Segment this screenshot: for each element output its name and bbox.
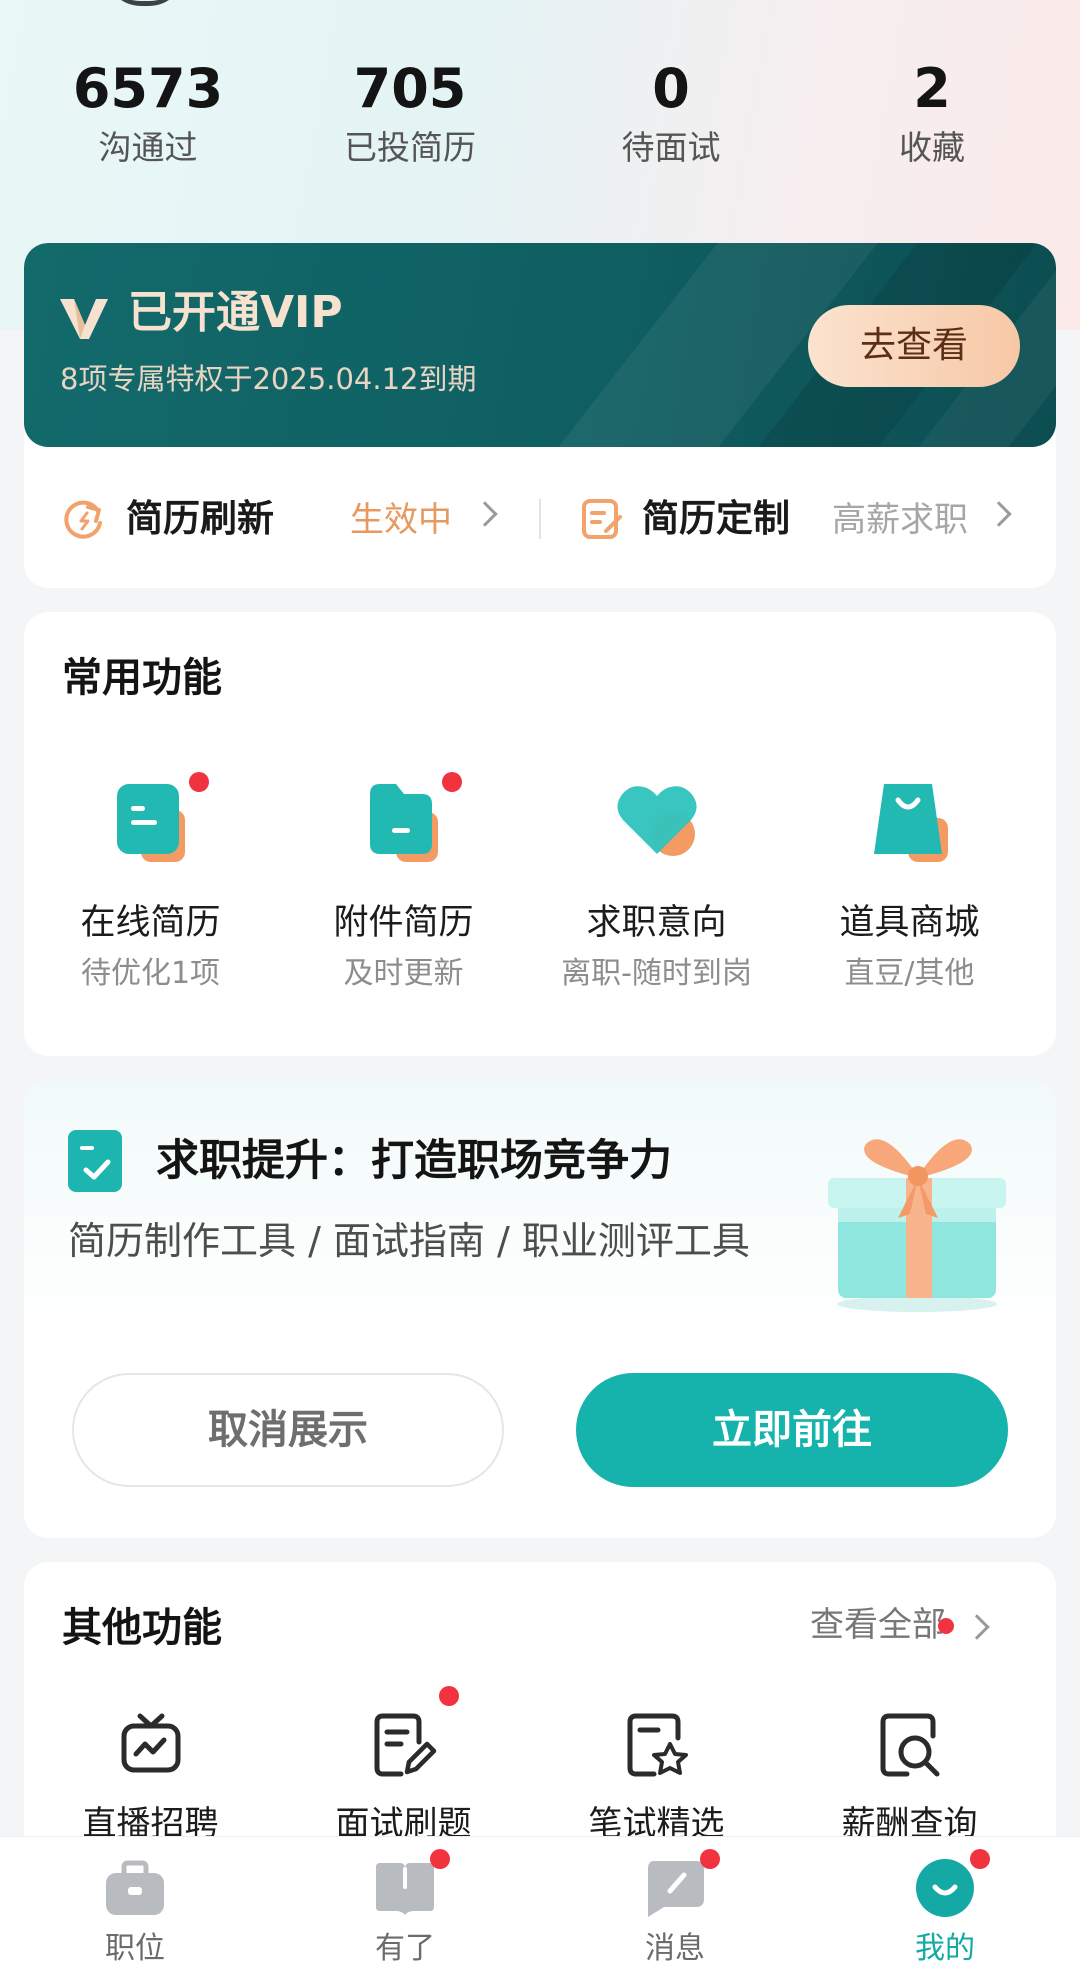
edit-doc-icon xyxy=(582,499,622,539)
vip-view-button[interactable]: 去查看 xyxy=(808,305,1020,387)
refresh-icon xyxy=(64,500,102,539)
stat-favorites[interactable]: 2 收藏 xyxy=(832,56,1032,170)
promo-card: 求职提升：打造职场竞争力 简历制作工具 / 面试指南 / 职业测评工具 取消展示… xyxy=(24,1080,1056,1538)
stat-contacted[interactable]: 6573 沟通过 xyxy=(48,56,248,170)
func-desc: 离职-随时到岗 xyxy=(561,956,752,991)
stat-label: 沟通过 xyxy=(98,128,198,167)
book-icon xyxy=(376,1863,434,1915)
stat-interview[interactable]: 0 待面试 xyxy=(571,56,771,170)
cancel-display-button[interactable]: 取消展示 xyxy=(72,1373,504,1487)
bottom-nav: 职位 有了 消息 我的 xyxy=(0,1836,1080,1986)
vip-card: 已开通VIP 8项专属特权于2025.04.12到期 去查看 简历刷新 生效中 … xyxy=(24,243,1056,588)
checklist-icon xyxy=(68,1130,122,1192)
notification-dot xyxy=(438,1686,459,1706)
resume-custom-value[interactable]: 高薪求职 xyxy=(832,497,968,543)
resume-refresh-label[interactable]: 简历刷新 xyxy=(126,495,274,543)
shopping-bag-icon xyxy=(873,784,948,862)
chevron-right-icon xyxy=(986,501,1012,527)
notification-dot xyxy=(970,1849,990,1869)
tv-live-icon xyxy=(121,1713,180,1773)
nav-youle[interactable]: 有了 xyxy=(305,1849,505,1969)
func-name: 附件简历 xyxy=(333,903,474,943)
func-desc: 待优化1项 xyxy=(80,956,221,991)
func-salary-query[interactable]: 薪酬查询 xyxy=(783,1712,1036,1846)
nav-label: 我的 xyxy=(915,1931,975,1966)
func-online-resume[interactable]: 在线简历 待优化1项 xyxy=(24,772,277,994)
stat-value: 0 xyxy=(652,57,690,120)
resume-refresh-status[interactable]: 生效中 xyxy=(350,497,452,543)
stat-label: 已投简历 xyxy=(344,128,476,167)
online-resume-icon xyxy=(116,784,185,862)
section-title: 其他功能 xyxy=(62,1605,222,1651)
stat-value: 6573 xyxy=(72,57,224,120)
notification-dot xyxy=(700,1849,720,1869)
func-name: 求职意向 xyxy=(586,903,727,943)
gift-box-icon xyxy=(828,1139,1006,1312)
see-all-link[interactable]: 查看全部 xyxy=(810,1602,946,1648)
vip-title: 已开通VIP xyxy=(128,287,343,338)
promo-subtitle: 简历制作工具 / 面试指南 / 职业测评工具 xyxy=(68,1219,750,1263)
vip-privileges-row: 简历刷新 生效中 简历定制 高薪求职 xyxy=(24,447,1056,588)
func-name: 在线简历 xyxy=(80,903,221,943)
nav-messages[interactable]: 消息 xyxy=(575,1849,775,1969)
chevron-right-icon xyxy=(964,1614,990,1640)
heart-icon xyxy=(616,786,697,856)
func-written-test[interactable]: 笔试精选 xyxy=(530,1712,783,1846)
vip-logo-icon xyxy=(60,299,108,339)
func-name: 道具商城 xyxy=(839,903,980,943)
star-doc-icon xyxy=(627,1713,688,1777)
func-attachment-resume[interactable]: 附件简历 及时更新 xyxy=(277,772,530,994)
stat-label: 收藏 xyxy=(899,128,965,167)
search-doc-icon xyxy=(880,1713,939,1777)
func-desc: 及时更新 xyxy=(343,956,464,991)
stat-value: 705 xyxy=(353,57,467,120)
func-live-recruit[interactable]: 直播招聘 xyxy=(24,1712,277,1846)
notification-dot xyxy=(188,772,209,792)
nav-profile[interactable]: 我的 xyxy=(845,1849,1045,1969)
nav-label: 职位 xyxy=(105,1931,165,1966)
func-desc: 直豆/其他 xyxy=(844,956,975,991)
profile-smile-icon xyxy=(916,1859,974,1917)
notification-dot xyxy=(430,1849,450,1869)
chat-icon xyxy=(648,1861,704,1917)
stat-value: 2 xyxy=(913,57,951,120)
func-item-mall[interactable]: 道具商城 直豆/其他 xyxy=(783,774,1036,994)
resume-custom-label[interactable]: 简历定制 xyxy=(642,495,790,543)
func-job-intention[interactable]: 求职意向 离职-随时到岗 xyxy=(530,774,783,994)
func-interview-practice[interactable]: 面试刷题 xyxy=(277,1686,530,1846)
promo-title: 求职提升：打造职场竞争力 xyxy=(156,1136,672,1186)
stat-applied[interactable]: 705 已投简历 xyxy=(310,56,510,170)
folder-resume-icon xyxy=(369,784,438,862)
doc-pen-icon xyxy=(374,1713,436,1777)
section-title: 常用功能 xyxy=(62,655,222,701)
briefcase-icon xyxy=(106,1860,164,1915)
nav-label: 消息 xyxy=(645,1931,705,1966)
chevron-right-icon xyxy=(472,501,498,527)
vip-subtitle: 8项专属特权于2025.04.12到期 xyxy=(60,362,477,396)
notification-dot xyxy=(938,1618,954,1634)
stats-row: 6573 沟通过 705 已投简历 0 待面试 2 收藏 xyxy=(0,56,1080,186)
nav-jobs[interactable]: 职位 xyxy=(35,1857,235,1969)
vip-banner[interactable]: 已开通VIP 8项专属特权于2025.04.12到期 去查看 xyxy=(24,243,1056,447)
divider xyxy=(539,499,541,539)
notification-dot xyxy=(441,772,462,792)
go-now-button[interactable]: 立即前往 xyxy=(576,1373,1008,1487)
nav-label: 有了 xyxy=(375,1931,435,1966)
common-functions-card: 常用功能 在线简历 待优化1项 附件简历 及时更新 求职意向 离职-随时到岗 道… xyxy=(24,612,1056,1056)
stat-label: 待面试 xyxy=(621,128,721,167)
promo-banner[interactable]: 求职提升：打造职场竞争力 简历制作工具 / 面试指南 / 职业测评工具 xyxy=(24,1080,1056,1340)
